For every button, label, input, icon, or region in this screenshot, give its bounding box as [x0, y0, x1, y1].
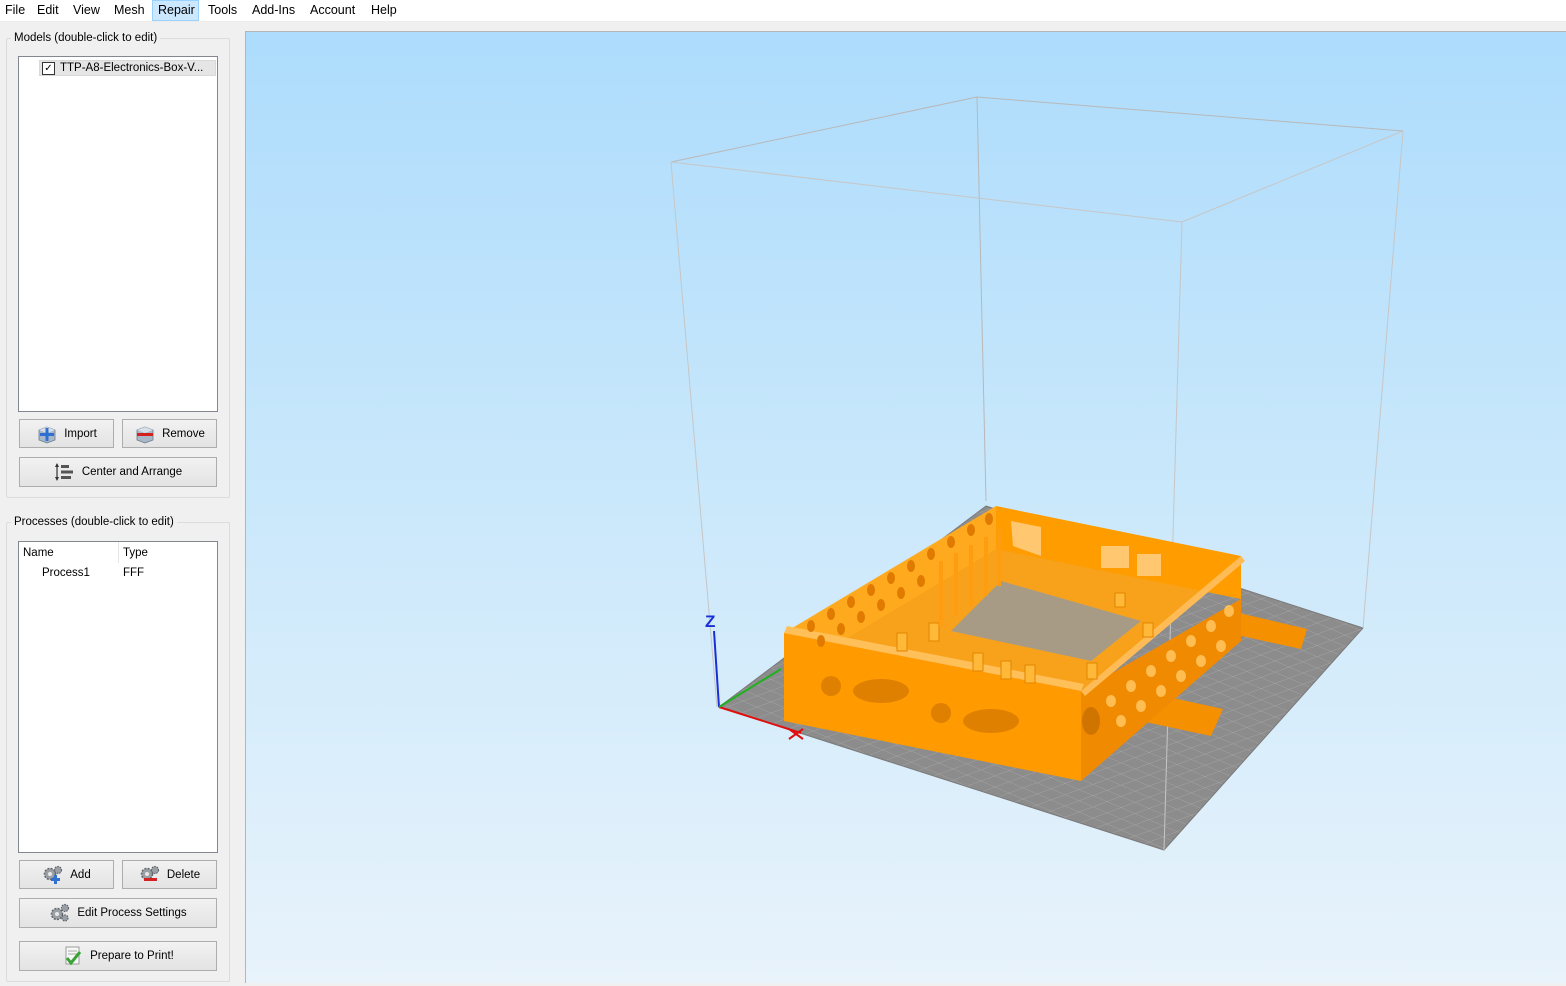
- process-row[interactable]: Process1 FFF: [19, 564, 217, 582]
- build-volume-back: [670, 96, 1404, 502]
- models-list[interactable]: ✓ TTP-A8-Electronics-Box-V...: [18, 56, 218, 412]
- edit-process-settings-button[interactable]: Edit Process Settings: [19, 898, 217, 928]
- import-button[interactable]: Import: [19, 419, 114, 448]
- delete-process-button[interactable]: Delete: [122, 860, 217, 889]
- model-checkbox[interactable]: ✓: [42, 62, 55, 75]
- remove-button[interactable]: Remove: [122, 419, 217, 448]
- processes-header: Name Type: [19, 542, 217, 563]
- menu-view[interactable]: View: [68, 0, 105, 21]
- column-divider: [118, 542, 119, 563]
- model-item-label: TTP-A8-Electronics-Box-V...: [60, 62, 204, 74]
- menu-edit[interactable]: Edit: [32, 0, 64, 21]
- menu-file[interactable]: File: [0, 0, 30, 21]
- menu-add-ins[interactable]: Add-Ins: [247, 0, 300, 21]
- arrange-icon: [54, 462, 76, 482]
- checklist-icon: [62, 946, 84, 966]
- process-type: FFF: [123, 567, 145, 579]
- process-name: Process1: [42, 567, 90, 579]
- menu-help[interactable]: Help: [366, 0, 402, 21]
- 3d-viewport[interactable]: Z: [245, 31, 1566, 983]
- gears-minus-icon: [139, 865, 161, 885]
- axis-z-label: Z: [705, 612, 715, 631]
- menu-tools[interactable]: Tools: [203, 0, 242, 21]
- cube-plus-icon: [36, 424, 58, 444]
- gears-plus-icon: [42, 865, 64, 885]
- remove-label: Remove: [162, 427, 205, 440]
- scene-canvas[interactable]: Z: [246, 32, 1566, 983]
- prepare-label: Prepare to Print!: [90, 950, 174, 962]
- prepare-to-print-button[interactable]: Prepare to Print!: [19, 941, 217, 971]
- delete-label: Delete: [166, 868, 201, 881]
- edit-process-label: Edit Process Settings: [77, 907, 187, 919]
- menu-bar: File Edit View Mesh Repair Tools Add-Ins…: [0, 0, 1566, 22]
- cube-minus-icon: [134, 424, 156, 444]
- add-process-button[interactable]: Add: [19, 860, 114, 889]
- menu-repair[interactable]: Repair: [152, 0, 199, 21]
- processes-group-title: Processes (double-click to edit): [11, 516, 177, 528]
- model-list-item[interactable]: ✓ TTP-A8-Electronics-Box-V...: [39, 60, 216, 76]
- center-arrange-button[interactable]: Center and Arrange: [19, 457, 217, 487]
- add-label: Add: [70, 868, 91, 881]
- import-label: Import: [64, 427, 97, 440]
- column-type[interactable]: Type: [123, 547, 148, 559]
- gears-icon: [49, 903, 71, 923]
- processes-list[interactable]: Name Type Process1 FFF: [18, 541, 218, 853]
- center-arrange-label: Center and Arrange: [81, 466, 183, 478]
- models-group-title: Models (double-click to edit): [11, 32, 161, 44]
- menu-account[interactable]: Account: [305, 0, 360, 21]
- column-name[interactable]: Name: [23, 547, 54, 559]
- menu-mesh[interactable]: Mesh: [109, 0, 150, 21]
